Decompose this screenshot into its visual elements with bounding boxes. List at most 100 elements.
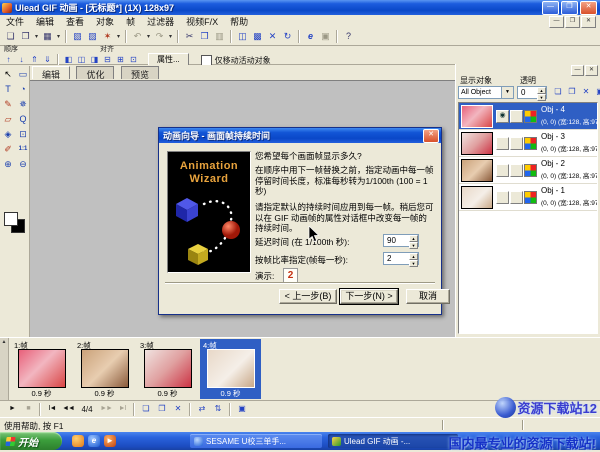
cancel-button[interactable]: 取消 bbox=[406, 289, 450, 304]
frame-1[interactable]: 1:帧 0.9 秒 bbox=[11, 339, 72, 399]
paste-icon[interactable]: ▥ bbox=[212, 29, 227, 44]
spin-down-icon[interactable]: ▼ bbox=[537, 94, 546, 101]
menu-video-fx[interactable]: 视频F/X bbox=[180, 15, 224, 28]
last-frame-icon[interactable]: ►I bbox=[114, 402, 130, 416]
transparency-spinner[interactable]: 0 ▲ ▼ bbox=[517, 86, 547, 99]
duplicate-frame-icon[interactable]: ❐ bbox=[154, 402, 170, 416]
eye-icon[interactable]: ◉ bbox=[496, 110, 509, 123]
spin-up-icon[interactable]: ▲ bbox=[537, 87, 546, 94]
mdi-restore-button[interactable]: ❐ bbox=[565, 16, 580, 28]
lasso-tool-icon[interactable]: Q bbox=[16, 113, 30, 127]
select-tool-icon[interactable]: ↖ bbox=[1, 68, 15, 82]
open-icon[interactable]: ❐ bbox=[18, 29, 33, 44]
frame-strip-scroll[interactable]: ▲ bbox=[0, 338, 9, 400]
close-button[interactable]: ✕ bbox=[580, 1, 597, 15]
export-icon[interactable]: ▣ bbox=[318, 29, 333, 44]
visibility-checkbox[interactable] bbox=[496, 137, 509, 150]
minimize-button[interactable]: — bbox=[542, 1, 559, 15]
redo-icon[interactable]: ↷ bbox=[152, 29, 167, 44]
clock-tool-icon[interactable]: ◔ bbox=[16, 83, 30, 97]
refresh-icon[interactable]: ↻ bbox=[280, 29, 295, 44]
object-row-1[interactable]: Obj - 1 (0, 0) (宽:128, 高:97) bbox=[459, 184, 597, 211]
next-frame-icon[interactable]: ►► bbox=[98, 402, 114, 416]
quicklaunch-media-icon[interactable]: ► bbox=[104, 435, 116, 447]
delete-frame-icon[interactable]: ✕ bbox=[170, 402, 186, 416]
visibility-checkbox[interactable] bbox=[510, 191, 523, 204]
visibility-checkbox[interactable] bbox=[510, 164, 523, 177]
optimize-icon[interactable]: ◫ bbox=[235, 29, 250, 44]
palette-icon[interactable] bbox=[524, 137, 537, 150]
menu-filter[interactable]: 过滤器 bbox=[141, 15, 180, 28]
tab-optimize[interactable]: 优化 bbox=[76, 66, 114, 79]
frame-rate-input[interactable]: 2 ▲ ▼ bbox=[383, 252, 419, 265]
text-tool-icon[interactable]: T bbox=[1, 83, 15, 97]
brush-tool-icon[interactable]: ✎ bbox=[1, 98, 15, 112]
object-row-2[interactable]: Obj - 2 (0, 0) (宽:128, 高:97) bbox=[459, 157, 597, 184]
quicklaunch-messenger-icon[interactable] bbox=[72, 435, 84, 447]
copy-icon[interactable]: ❒ bbox=[197, 29, 212, 44]
eyedropper-tool-icon[interactable]: ✐ bbox=[1, 143, 15, 157]
spin-down-icon[interactable]: ▼ bbox=[409, 242, 418, 249]
frame-4-selected[interactable]: 4:帧 0.9 秒 bbox=[200, 339, 261, 399]
duplicate-object-icon[interactable]: ❐ bbox=[566, 86, 578, 99]
delete-object-icon[interactable]: ✕ bbox=[580, 86, 592, 99]
marquee-tool-icon[interactable]: ▭ bbox=[16, 68, 30, 82]
panel-minimize-icon[interactable]: — bbox=[571, 65, 584, 76]
object-row-4[interactable]: ◉ Obj - 4 (0, 0) (宽:128, 高:97) bbox=[459, 103, 597, 130]
redo-dropdown-icon[interactable]: ▾ bbox=[167, 33, 174, 40]
undo-icon[interactable]: ↶ bbox=[130, 29, 145, 44]
maximize-button[interactable]: ❐ bbox=[561, 1, 578, 15]
stop-icon[interactable]: ■ bbox=[20, 402, 36, 416]
frame-3[interactable]: 3:帧 0.9 秒 bbox=[137, 339, 198, 399]
actual-size-tool-icon[interactable]: 1:1 bbox=[16, 143, 30, 157]
eraser-tool-icon[interactable]: ▱ bbox=[1, 113, 15, 127]
next-button[interactable]: 下一步(N) > bbox=[340, 289, 398, 304]
save-dropdown-icon[interactable]: ▾ bbox=[55, 33, 62, 40]
reverse-frames-icon[interactable]: ⇄ bbox=[194, 402, 210, 416]
delete-icon[interactable]: ✕ bbox=[265, 29, 280, 44]
palette-icon[interactable] bbox=[524, 110, 537, 123]
chevron-down-icon[interactable]: ▼ bbox=[501, 87, 513, 98]
quicklaunch-ie-icon[interactable]: e bbox=[88, 435, 100, 447]
mdi-minimize-button[interactable]: — bbox=[549, 16, 564, 28]
palette-icon[interactable] bbox=[524, 164, 537, 177]
save-icon[interactable]: ▦ bbox=[40, 29, 55, 44]
move-up-icon[interactable]: ↑ bbox=[2, 55, 15, 66]
fill-tool-icon[interactable]: ◈ bbox=[1, 128, 15, 142]
taskbar-window-browser[interactable]: SESAME U校三单手... bbox=[190, 434, 322, 448]
menu-frame[interactable]: 帧 bbox=[120, 15, 141, 28]
magic-wand-tool-icon[interactable]: ✵ bbox=[16, 98, 30, 112]
play-icon[interactable]: ► bbox=[4, 402, 20, 416]
visibility-checkbox[interactable] bbox=[496, 164, 509, 177]
previous-frame-icon[interactable]: ◄◄ bbox=[60, 402, 76, 416]
spin-up-icon[interactable]: ▲ bbox=[409, 235, 418, 242]
menu-help[interactable]: 帮助 bbox=[224, 15, 254, 28]
frame-manager-icon[interactable]: ▩ bbox=[250, 29, 265, 44]
mdi-close-button[interactable]: ✕ bbox=[581, 16, 596, 28]
zoom-out-tool-icon[interactable]: ⊖ bbox=[16, 158, 30, 172]
browser-preview-icon[interactable]: e bbox=[303, 29, 318, 44]
zoom-in-tool-icon[interactable]: ⊕ bbox=[1, 158, 15, 172]
foreground-color-swatch[interactable] bbox=[4, 212, 18, 226]
menu-object[interactable]: 对象 bbox=[90, 15, 120, 28]
delay-time-input[interactable]: 90 ▲ ▼ bbox=[383, 234, 419, 247]
object-filter-dropdown[interactable]: All Object ▼ bbox=[458, 86, 514, 99]
object-row-3[interactable]: Obj - 3 (0, 0) (宽:128, 高:97) bbox=[459, 130, 597, 157]
new-icon[interactable]: ❏ bbox=[3, 29, 18, 44]
wand-icon[interactable]: ✶ bbox=[100, 29, 115, 44]
tab-preview[interactable]: 预览 bbox=[121, 66, 159, 79]
menu-view[interactable]: 查看 bbox=[60, 15, 90, 28]
spin-up-icon[interactable]: ▲ bbox=[409, 253, 418, 260]
dialog-title-bar[interactable]: 动画向导 - 画面帧持续时间 ✕ bbox=[159, 128, 441, 143]
new-object-icon[interactable]: ❏ bbox=[552, 86, 564, 99]
menu-file[interactable]: 文件 bbox=[0, 15, 30, 28]
add-image-icon[interactable]: ▧ bbox=[70, 29, 85, 44]
visibility-checkbox[interactable] bbox=[510, 137, 523, 150]
spin-down-icon[interactable]: ▼ bbox=[409, 260, 418, 267]
wand-dropdown-icon[interactable]: ▾ bbox=[115, 33, 122, 40]
open-dropdown-icon[interactable]: ▾ bbox=[33, 33, 40, 40]
move-down-icon[interactable]: ↓ bbox=[15, 55, 28, 66]
add-frame-icon[interactable]: ❏ bbox=[138, 402, 154, 416]
context-help-icon[interactable]: ? bbox=[341, 29, 356, 44]
move-frame-icon[interactable]: ⇅ bbox=[210, 402, 226, 416]
